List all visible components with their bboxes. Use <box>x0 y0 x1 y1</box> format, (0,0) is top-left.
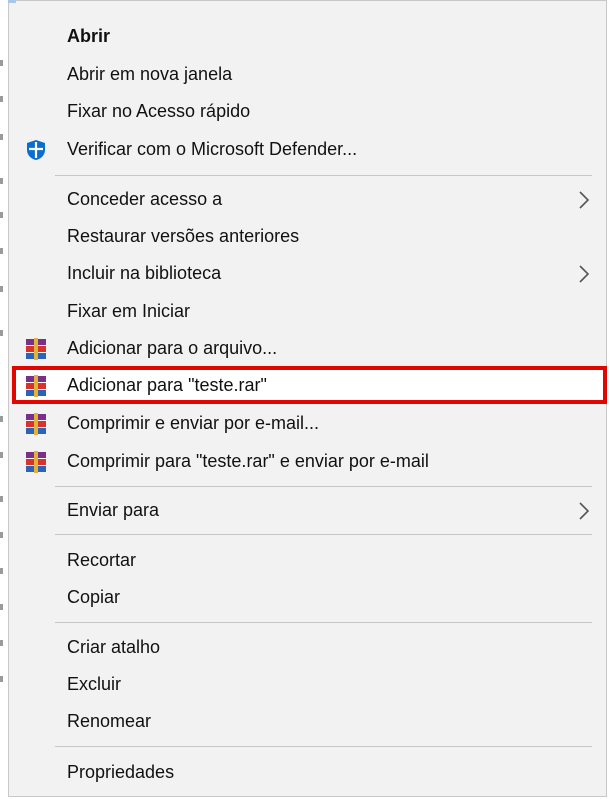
menu-item-label: Adicionar para "teste.rar" <box>67 375 267 395</box>
menu-item-adicionar-teste-rar[interactable]: Adicionar para "teste.rar" <box>9 367 606 404</box>
winrar-icon <box>26 451 46 473</box>
menu-item-label: Abrir <box>67 26 111 46</box>
menu-item-abrir-nova-janela[interactable]: Abrir em nova janela <box>9 56 606 93</box>
menu-item-propriedades[interactable]: Propriedades <box>9 754 606 791</box>
menu-item-label: Fixar em Iniciar <box>67 301 191 321</box>
menu-item-copiar[interactable]: Copiar <box>9 579 606 616</box>
edge-mark <box>0 60 3 66</box>
menu-separator <box>55 622 592 623</box>
menu-item-label: Propriedades <box>67 762 175 782</box>
menu-item-label: Verificar com o Microsoft Defender... <box>67 139 358 159</box>
menu-item-recortar[interactable]: Recortar <box>9 542 606 579</box>
menu-item-comprimir-email[interactable]: Comprimir e enviar por e-mail... <box>9 405 606 442</box>
menu-item-label: Enviar para <box>67 500 160 520</box>
chevron-right-icon <box>579 191 590 209</box>
edge-mark <box>0 604 3 610</box>
menu-separator <box>55 534 592 535</box>
menu-item-label: Renomear <box>67 711 152 731</box>
menu-item-fixar-iniciar[interactable]: Fixar em Iniciar <box>9 293 606 330</box>
edge-mark <box>0 568 3 574</box>
menu-item-fixar-acesso-rapido[interactable]: Fixar no Acesso rápido <box>9 93 606 130</box>
winrar-icon <box>26 338 46 360</box>
menu-item-label: Restaurar versões anteriores <box>67 226 300 246</box>
menu-item-label: Comprimir para "teste.rar" e enviar por … <box>67 451 429 471</box>
edge-mark <box>0 416 3 422</box>
edge-mark <box>0 248 3 254</box>
context-menu: Abrir Abrir em nova janela Fixar no Aces… <box>8 0 607 797</box>
menu-item-criar-atalho[interactable]: Criar atalho <box>9 629 606 666</box>
edge-mark <box>0 134 3 140</box>
menu-item-renomear[interactable]: Renomear <box>9 703 606 740</box>
edge-mark <box>0 330 3 336</box>
edge-mark <box>0 640 3 646</box>
winrar-icon <box>26 413 46 435</box>
menu-item-abrir[interactable]: Abrir <box>9 18 606 55</box>
edge-mark <box>0 496 3 502</box>
edge-mark <box>0 532 3 538</box>
menu-item-label: Fixar no Acesso rápido <box>67 101 251 121</box>
menu-item-conceder-acesso[interactable]: Conceder acesso a <box>9 181 606 218</box>
winrar-icon <box>26 375 46 397</box>
menu-item-label: Adicionar para o arquivo... <box>67 338 278 358</box>
menu-item-label: Abrir em nova janela <box>67 64 233 84</box>
edge-mark <box>0 96 3 102</box>
menu-item-verificar-defender[interactable]: Verificar com o Microsoft Defender... <box>9 131 606 168</box>
menu-item-restaurar-versoes[interactable]: Restaurar versões anteriores <box>9 218 606 255</box>
edge-mark <box>0 286 3 292</box>
edge-mark <box>0 212 3 218</box>
chevron-right-icon <box>579 265 590 283</box>
menu-separator <box>55 746 592 747</box>
menu-item-label: Copiar <box>67 587 121 607</box>
menu-item-label: Conceder acesso a <box>67 189 223 209</box>
defender-shield-icon <box>27 140 45 160</box>
menu-item-label: Recortar <box>67 550 137 570</box>
menu-separator <box>55 486 592 487</box>
menu-item-enviar-para[interactable]: Enviar para <box>9 492 606 529</box>
menu-item-label: Incluir na biblioteca <box>67 263 222 283</box>
menu-item-label: Criar atalho <box>67 637 161 657</box>
menu-item-label: Excluir <box>67 674 122 694</box>
menu-item-label: Comprimir e enviar por e-mail... <box>67 413 320 433</box>
menu-item-excluir[interactable]: Excluir <box>9 666 606 703</box>
edge-mark <box>0 676 3 682</box>
menu-item-comprimir-teste-email[interactable]: Comprimir para "teste.rar" e enviar por … <box>9 443 606 480</box>
menu-item-adicionar-arquivo[interactable]: Adicionar para o arquivo... <box>9 330 606 367</box>
chevron-right-icon <box>579 502 590 520</box>
background-window-edge <box>0 0 8 799</box>
menu-separator <box>55 175 592 176</box>
menu-item-incluir-biblioteca[interactable]: Incluir na biblioteca <box>9 255 606 292</box>
edge-mark <box>0 178 3 184</box>
selection-edge <box>8 0 16 3</box>
edge-mark <box>0 452 3 458</box>
